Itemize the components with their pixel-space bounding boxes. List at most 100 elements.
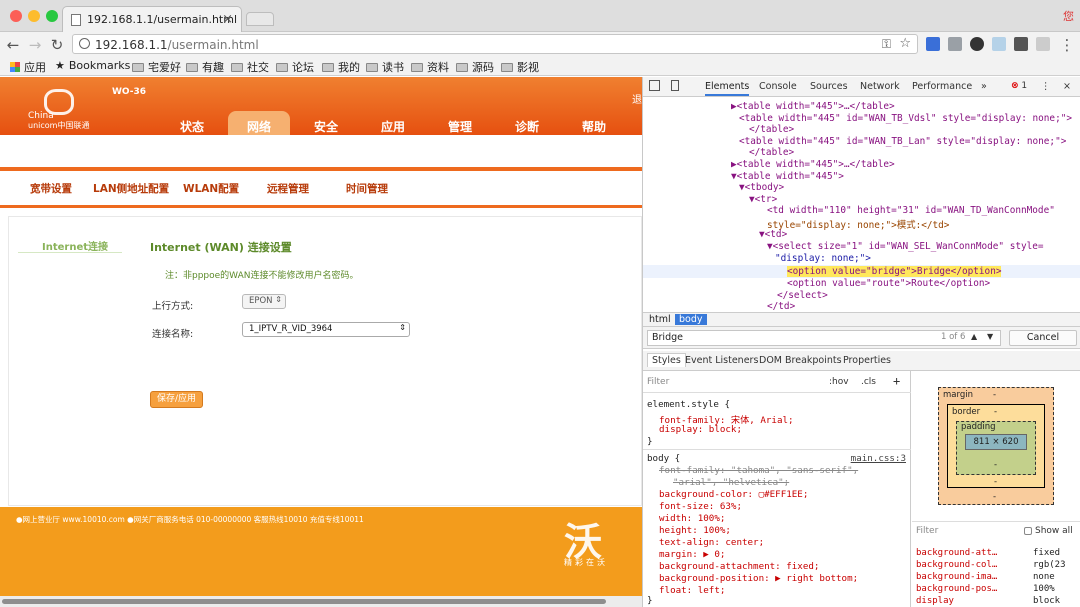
dom-node[interactable]: </table> xyxy=(749,147,794,158)
nav-status[interactable]: 状态 xyxy=(180,118,204,135)
bookmark-apps[interactable]: 应用 xyxy=(10,59,46,75)
devtools-menu-icon[interactable]: ⋮ xyxy=(1041,81,1051,92)
nav-help[interactable]: 帮助 xyxy=(582,118,606,135)
hov-toggle[interactable]: :hov xyxy=(829,377,849,387)
profile-button[interactable]: 您 xyxy=(1063,8,1074,24)
computed-row[interactable]: background-att… fixed xyxy=(916,548,1079,558)
extension-icon[interactable] xyxy=(948,37,962,51)
style-decl-overridden[interactable]: font-family: "tahoma", "sans-serif", xyxy=(659,465,858,476)
close-window-button[interactable] xyxy=(10,10,22,22)
crumb-html[interactable]: html xyxy=(645,314,675,325)
extension-icon[interactable] xyxy=(1014,37,1028,51)
dom-node[interactable]: <table width="445" id="WAN_TB_Lan" style… xyxy=(739,136,1066,147)
tab-styles[interactable]: Styles xyxy=(647,353,686,367)
subnav-time[interactable]: 时间管理 xyxy=(346,181,388,196)
dom-node[interactable]: ▼<table width="445"> xyxy=(731,171,844,182)
dom-node[interactable]: </select> xyxy=(777,290,828,301)
computed-row[interactable]: background-col… rgb(23 xyxy=(916,560,1079,570)
style-decl[interactable]: background-position: ▶ right bottom; xyxy=(659,573,858,584)
subnav-lan[interactable]: LAN侧地址配置 xyxy=(93,181,169,196)
dom-node-selected[interactable]: <option value="bridge">Bridge</option> xyxy=(787,266,1002,277)
search-prev-icon[interactable]: ▲ xyxy=(971,332,977,341)
dom-node[interactable]: <td width="110" height="31" id="WAN_TD_W… xyxy=(767,205,1055,216)
style-decl-overridden[interactable]: "arial", "helvetica"; xyxy=(673,477,789,488)
bookmark-folder[interactable]: 宅爱好 xyxy=(132,59,181,75)
dom-node[interactable]: <table width="445" id="WAN_TB_Vdsl" styl… xyxy=(739,113,1072,124)
tab-sources[interactable]: Sources xyxy=(810,81,848,92)
dom-node[interactable]: <option value="route">Route</option> xyxy=(787,278,990,289)
extension-icon[interactable] xyxy=(970,37,984,51)
error-badge[interactable]: ⊗ 1 xyxy=(1011,81,1027,91)
computed-filter[interactable]: Filter xyxy=(916,526,938,536)
show-all-toggle[interactable]: Show all xyxy=(1024,526,1073,536)
style-decl[interactable]: height: 100%; xyxy=(659,525,731,536)
style-decl[interactable]: display: block; xyxy=(659,424,742,435)
dom-node[interactable]: style="display: none;">模式:</td> xyxy=(767,217,949,231)
dom-node[interactable]: ▶<table width="445">…</table> xyxy=(731,101,895,112)
style-decl[interactable]: text-align: center; xyxy=(659,537,764,548)
tab-close-icon[interactable]: × xyxy=(222,12,233,27)
nav-security[interactable]: 安全 xyxy=(314,118,338,135)
nav-network[interactable]: 网络 xyxy=(247,118,271,135)
style-decl[interactable]: margin: ▶ 0; xyxy=(659,549,725,560)
scrollbar-thumb[interactable] xyxy=(2,599,606,604)
device-icon[interactable] xyxy=(671,80,679,91)
address-bar[interactable]: 192.168.1.1/usermain.html ⚿ ☆ xyxy=(72,34,918,54)
extension-icon[interactable] xyxy=(926,37,940,51)
bookmark-bookmarks[interactable]: ★ Bookmarks xyxy=(55,59,130,72)
dom-node[interactable]: ▶<table width="445">…</table> xyxy=(731,159,895,170)
tab-properties[interactable]: Properties xyxy=(843,355,891,366)
nav-management[interactable]: 管理 xyxy=(448,118,472,135)
source-link[interactable]: main.css:3 xyxy=(851,453,906,464)
bookmark-folder[interactable]: 读书 xyxy=(366,59,404,75)
box-padding[interactable]: padding 811 × 620 - xyxy=(956,421,1036,475)
box-content[interactable]: 811 × 620 xyxy=(965,434,1027,450)
left-menu-item[interactable]: Internet连接 xyxy=(8,222,122,253)
logout-link[interactable]: 退 xyxy=(632,91,642,106)
computed-row[interactable]: display block xyxy=(916,596,1079,606)
forward-icon[interactable]: → xyxy=(26,36,44,54)
bookmark-folder[interactable]: 有趣 xyxy=(186,59,224,75)
horizontal-scrollbar[interactable] xyxy=(0,596,642,607)
styles-filter[interactable]: Filter :hov .cls + xyxy=(643,371,911,393)
key-icon[interactable]: ⚿ xyxy=(882,37,891,52)
style-decl[interactable]: width: 100%; xyxy=(659,513,725,524)
tab-console[interactable]: Console xyxy=(759,81,797,92)
bookmark-folder[interactable]: 社交 xyxy=(231,59,269,75)
bookmark-folder[interactable]: 影视 xyxy=(501,59,539,75)
menu-icon[interactable]: ⋮ xyxy=(1058,36,1076,54)
dom-node[interactable]: ▼<td> xyxy=(759,229,787,240)
tab-usermain[interactable]: 192.168.1.1/usermain.html × xyxy=(62,6,242,32)
tab-dom-breakpoints[interactable]: DOM Breakpoints xyxy=(759,355,842,366)
nav-diagnosis[interactable]: 诊断 xyxy=(515,118,539,135)
subnav-remote[interactable]: 远程管理 xyxy=(267,181,309,196)
bookmark-star-icon[interactable]: ☆ xyxy=(899,36,911,51)
inspect-icon[interactable] xyxy=(649,80,660,91)
minimize-window-button[interactable] xyxy=(28,10,40,22)
box-border[interactable]: border - padding 811 × 620 - - xyxy=(947,404,1045,488)
tab-network[interactable]: Network xyxy=(860,81,900,92)
conn-name-select[interactable]: 1_IPTV_R_VID_3964 ⇕ xyxy=(242,322,410,337)
cls-toggle[interactable]: .cls xyxy=(861,377,876,387)
extension-icon[interactable] xyxy=(1036,37,1050,51)
tab-elements[interactable]: Elements xyxy=(705,81,750,96)
back-icon[interactable]: ← xyxy=(4,36,22,54)
cancel-button[interactable]: Cancel xyxy=(1009,330,1077,346)
dom-node[interactable]: "display: none;"> xyxy=(775,253,871,264)
subnav-wlan[interactable]: WLAN配置 xyxy=(183,181,239,196)
crumb-body[interactable]: body xyxy=(675,314,707,325)
search-next-icon[interactable]: ▼ xyxy=(987,332,993,341)
devtools-close-icon[interactable]: × xyxy=(1063,81,1071,92)
zoom-window-button[interactable] xyxy=(46,10,58,22)
computed-row[interactable]: background-pos… 100% xyxy=(916,584,1079,594)
save-apply-button[interactable]: 保存/应用 xyxy=(150,391,203,408)
style-decl[interactable]: background-color: ▢#EFF1EE; xyxy=(659,489,808,500)
style-decl[interactable]: float: left; xyxy=(659,585,725,596)
box-margin[interactable]: margin - border - padding 811 × 620 - - … xyxy=(938,387,1054,505)
computed-row[interactable]: background-ima… none xyxy=(916,572,1079,582)
nav-application[interactable]: 应用 xyxy=(381,118,405,135)
reload-icon[interactable]: ↻ xyxy=(48,36,66,54)
style-decl[interactable]: font-size: 63%; xyxy=(659,501,742,512)
dom-node[interactable]: ▼<tbody> xyxy=(739,182,784,193)
extension-icon[interactable] xyxy=(992,37,1006,51)
